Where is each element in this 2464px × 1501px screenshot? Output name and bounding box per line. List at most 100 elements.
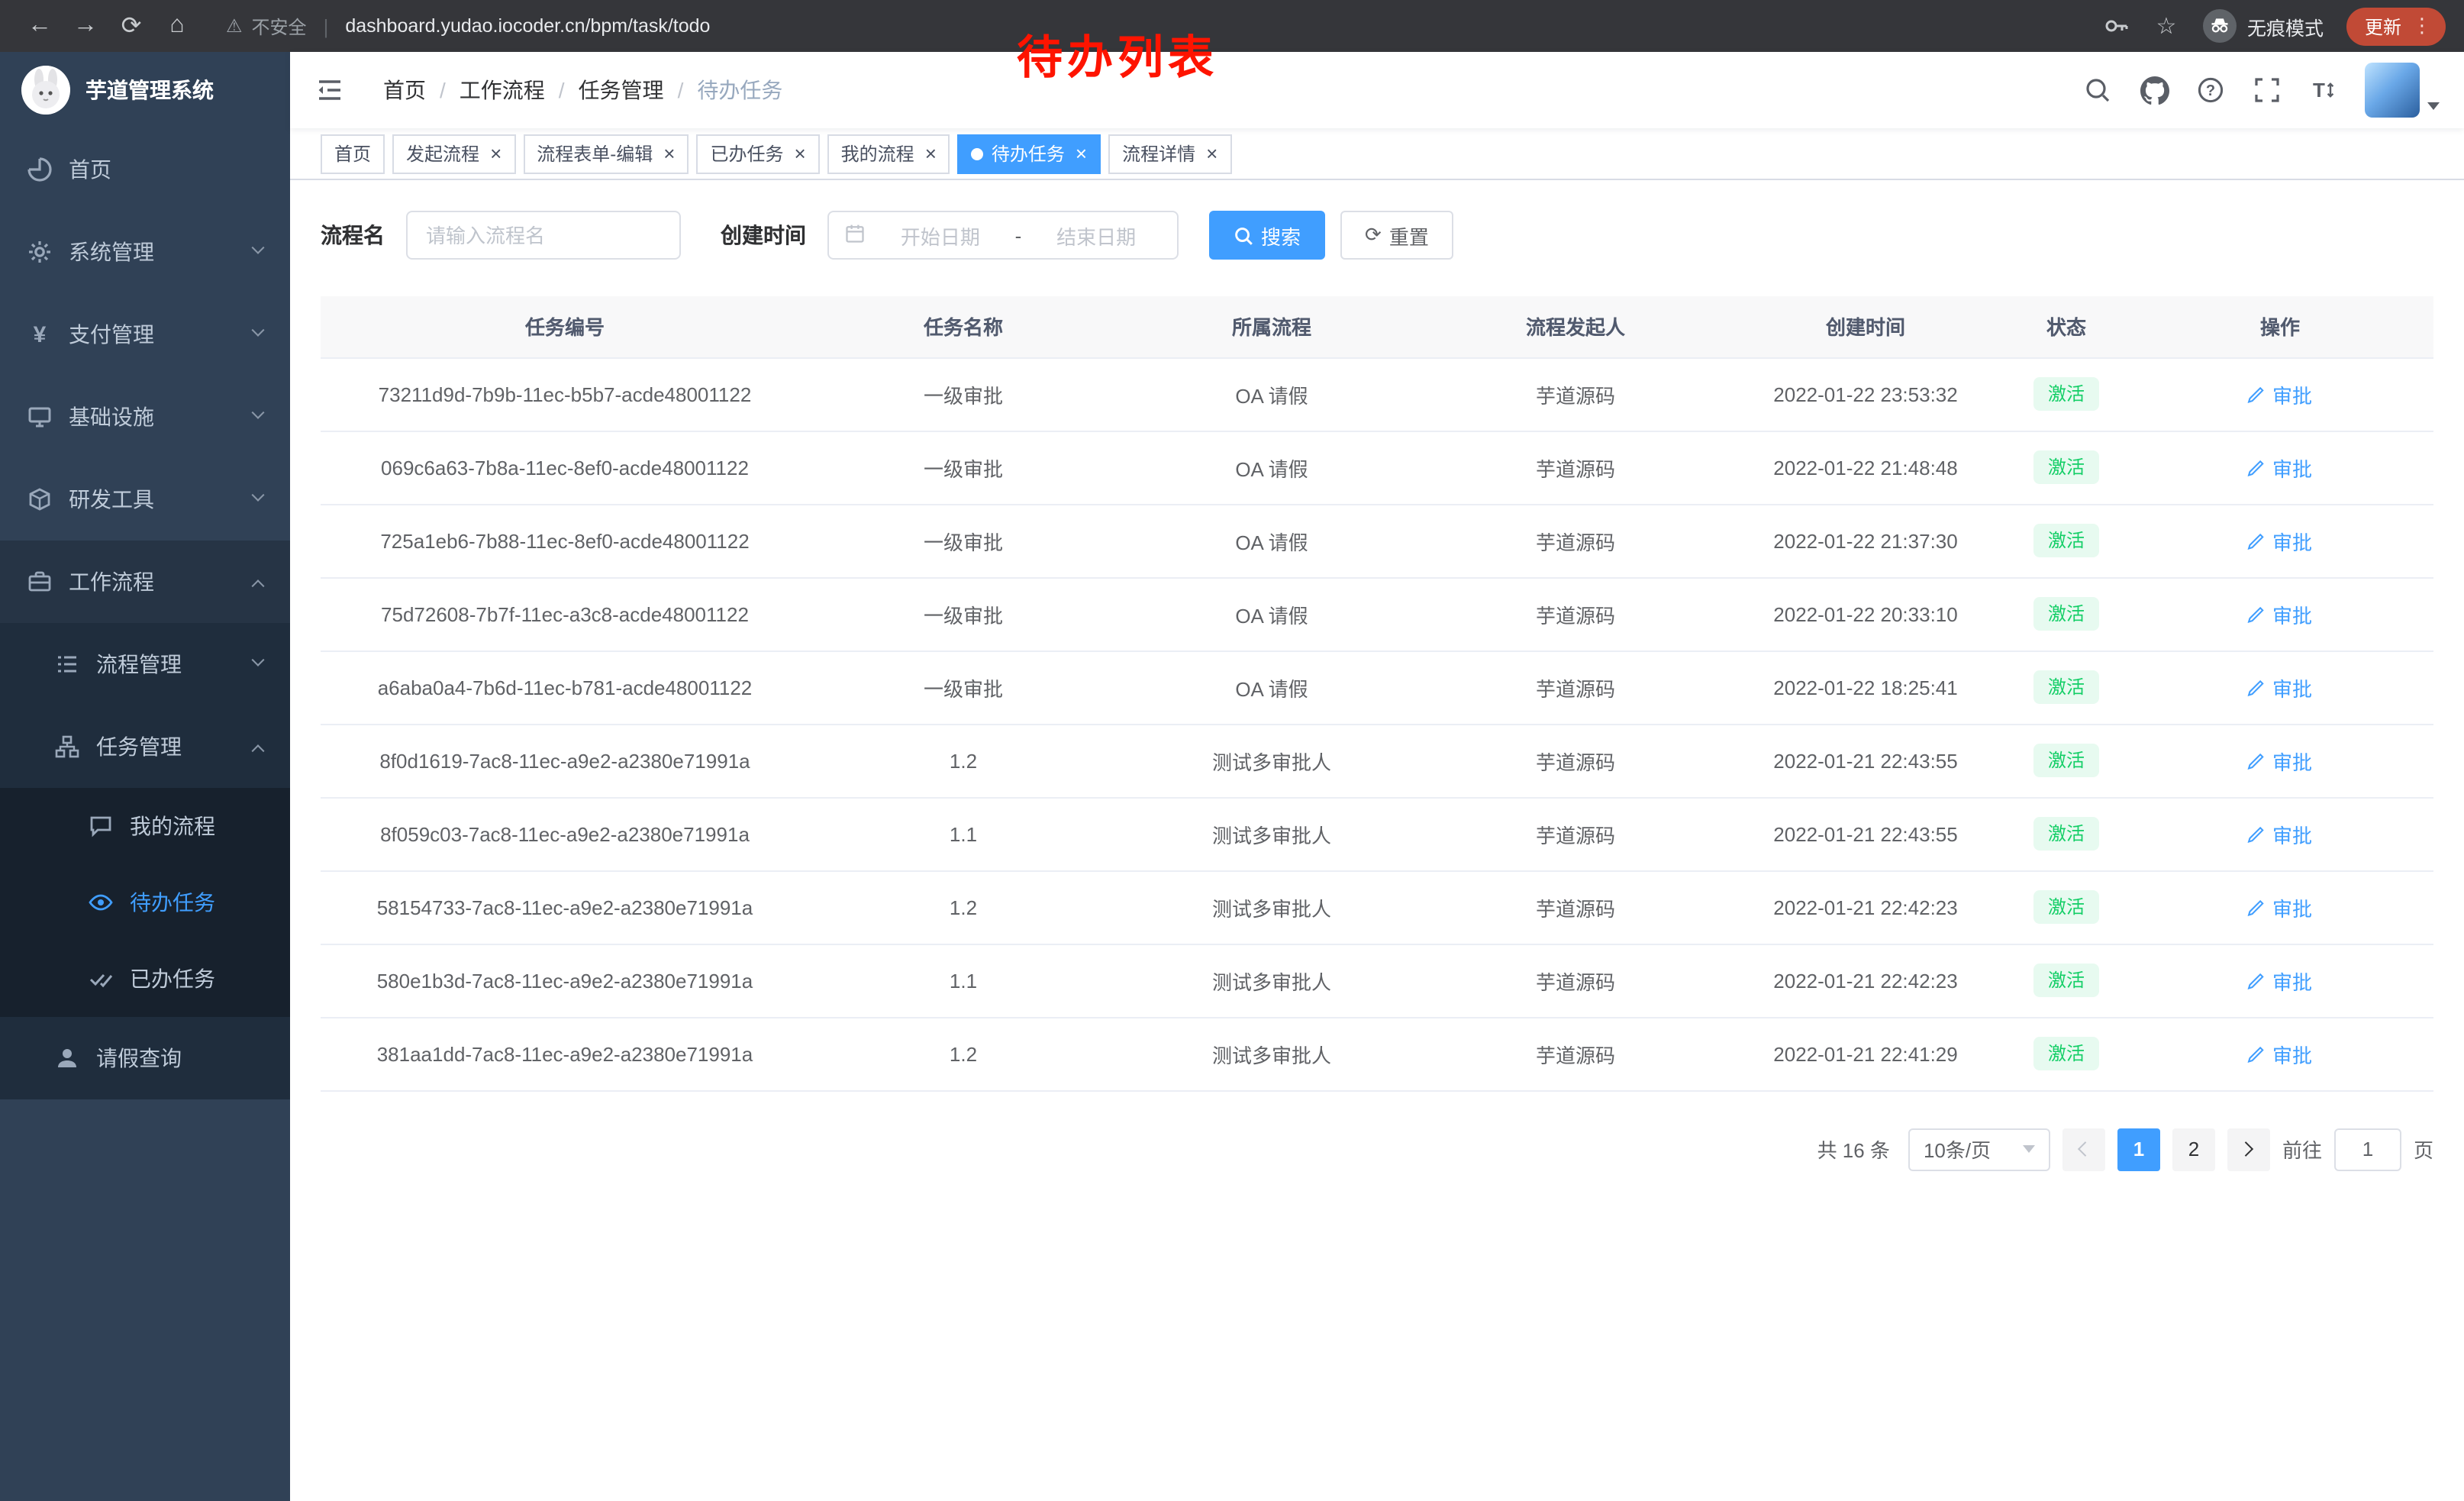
- approve-link[interactable]: 审批: [2248, 819, 2312, 848]
- task-name: 一级审批: [809, 431, 1118, 504]
- github-icon[interactable]: [2139, 75, 2169, 105]
- close-icon[interactable]: ×: [1076, 144, 1087, 163]
- status-badge: 激活: [2034, 524, 2098, 558]
- tab-process-form-edit[interactable]: 流程表单-编辑 ×: [523, 134, 689, 173]
- approve-link[interactable]: 审批: [2248, 893, 2312, 922]
- date-range-picker[interactable]: 开始日期 - 结束日期: [827, 211, 1179, 260]
- task-id: 75d72608-7b7f-11ec-a3c8-acde48001122: [321, 577, 809, 650]
- next-page-button[interactable]: [2227, 1128, 2270, 1170]
- page-size-value: 10条/页: [1924, 1135, 1991, 1164]
- search-button[interactable]: 搜索: [1209, 211, 1325, 260]
- sidebar-item-infrastructure[interactable]: 基础设施: [0, 376, 290, 458]
- page-button-2[interactable]: 2: [2172, 1128, 2215, 1170]
- sidebar-item-task-manage[interactable]: 任务管理: [0, 705, 290, 788]
- close-icon[interactable]: ×: [794, 144, 805, 163]
- goto-page-input[interactable]: [2334, 1128, 2401, 1170]
- date-range-separator: -: [1015, 224, 1022, 247]
- col-header-process: 所属流程: [1118, 296, 1426, 357]
- process-name-input[interactable]: [406, 211, 681, 260]
- sidebar-item-leave-query[interactable]: 请假查询: [0, 1017, 290, 1099]
- sidebar-logo[interactable]: 芋道管理系统: [0, 52, 290, 128]
- key-icon[interactable]: [2102, 12, 2130, 40]
- tab-home[interactable]: 首页: [321, 134, 385, 173]
- close-icon[interactable]: ×: [663, 144, 675, 163]
- approve-link[interactable]: 审批: [2248, 453, 2312, 482]
- approve-link[interactable]: 审批: [2248, 673, 2312, 702]
- tab-my-process[interactable]: 我的流程 ×: [827, 134, 950, 173]
- close-icon[interactable]: ×: [1206, 144, 1217, 163]
- task-starter: 芋道源码: [1426, 1017, 1725, 1090]
- approve-link[interactable]: 审批: [2248, 1039, 2312, 1068]
- sidebar-item-label: 支付管理: [69, 319, 154, 350]
- reset-button[interactable]: ⟳ 重置: [1340, 211, 1453, 260]
- task-id: 8f0d1619-7ac8-11ec-a9e2-a2380e71991a: [321, 724, 809, 797]
- svg-text:T: T: [2313, 79, 2325, 102]
- sidebar-item-label: 请假查询: [96, 1043, 182, 1073]
- back-icon[interactable]: ←: [18, 5, 61, 47]
- security-indicator[interactable]: ⚠ 不安全: [226, 13, 307, 39]
- tab-label: 待办任务: [992, 140, 1065, 166]
- font-size-icon[interactable]: T: [2308, 75, 2339, 105]
- approve-label: 审批: [2272, 746, 2312, 775]
- approve-link[interactable]: 审批: [2248, 966, 2312, 995]
- task-starter: 芋道源码: [1426, 797, 1725, 870]
- main-panel: 首页 / 工作流程 / 任务管理 / 待办任务 ? T: [290, 52, 2464, 1501]
- approve-link[interactable]: 审批: [2248, 526, 2312, 555]
- sidebar-item-system[interactable]: 系统管理: [0, 211, 290, 293]
- tab-todo-tasks-active[interactable]: 待办任务 ×: [958, 134, 1101, 173]
- browser-update-button[interactable]: 更新 ⋮: [2346, 7, 2446, 45]
- home-icon[interactable]: ⌂: [156, 5, 198, 47]
- edit-icon: [2248, 385, 2266, 403]
- page-button-1[interactable]: 1: [2117, 1128, 2160, 1170]
- task-starter: 芋道源码: [1426, 577, 1725, 650]
- goto-label: 前往: [2282, 1135, 2322, 1164]
- page-size-select[interactable]: 10条/页: [1908, 1128, 2050, 1170]
- address-bar[interactable]: dashboard.yudao.iocoder.cn/bpm/task/todo: [345, 15, 710, 37]
- approve-label: 审批: [2272, 599, 2312, 628]
- sidebar-item-label: 我的流程: [130, 811, 215, 841]
- reload-icon[interactable]: ⟳: [110, 5, 153, 47]
- tab-start-process[interactable]: 发起流程 ×: [392, 134, 515, 173]
- task-id: 580e1b3d-7ac8-11ec-a9e2-a2380e71991a: [321, 944, 809, 1017]
- task-starter: 芋道源码: [1426, 650, 1725, 724]
- close-icon[interactable]: ×: [490, 144, 502, 163]
- sidebar-item-todo-tasks[interactable]: 待办任务: [0, 864, 290, 941]
- task-time: 2022-01-22 18:25:41: [1725, 650, 2006, 724]
- tab-process-detail[interactable]: 流程详情 ×: [1108, 134, 1231, 173]
- close-icon[interactable]: ×: [925, 144, 937, 163]
- user-menu[interactable]: [2365, 63, 2440, 118]
- fullscreen-icon[interactable]: [2252, 75, 2282, 105]
- forward-icon[interactable]: →: [64, 5, 107, 47]
- task-time: 2022-01-21 22:41:29: [1725, 1017, 2006, 1090]
- breadcrumb-item[interactable]: 首页: [383, 75, 426, 105]
- task-name: 1.1: [809, 944, 1118, 1017]
- chat-icon: [89, 814, 113, 838]
- bookmark-star-icon[interactable]: ☆: [2153, 12, 2180, 40]
- browser-menu-icon[interactable]: ⋮: [2412, 14, 2432, 38]
- sidebar-item-payment[interactable]: ¥ 支付管理: [0, 293, 290, 376]
- sidebar-collapse-icon[interactable]: [313, 73, 347, 107]
- sidebar-item-my-process[interactable]: 我的流程: [0, 788, 290, 864]
- sidebar-item-done-tasks[interactable]: 已办任务: [0, 941, 290, 1017]
- approve-link[interactable]: 审批: [2248, 599, 2312, 628]
- gear-icon: [27, 240, 52, 264]
- breadcrumb-item[interactable]: 工作流程: [460, 75, 545, 105]
- tab-done-tasks[interactable]: 已办任务 ×: [696, 134, 819, 173]
- sidebar-item-label: 已办任务: [130, 964, 215, 994]
- help-icon[interactable]: ?: [2195, 75, 2226, 105]
- start-date-placeholder[interactable]: 开始日期: [875, 221, 1006, 250]
- search-icon[interactable]: [2082, 75, 2113, 105]
- approve-link[interactable]: 审批: [2248, 379, 2312, 408]
- task-id: 8f059c03-7ac8-11ec-a9e2-a2380e71991a: [321, 797, 809, 870]
- prev-page-button[interactable]: [2062, 1128, 2105, 1170]
- app-title: 芋道管理系统: [85, 75, 214, 105]
- avatar[interactable]: [2365, 63, 2420, 118]
- sidebar-item-dev-tools[interactable]: 研发工具: [0, 458, 290, 541]
- sidebar-item-home[interactable]: 首页: [0, 128, 290, 211]
- sidebar-item-process-manage[interactable]: 流程管理: [0, 623, 290, 705]
- breadcrumb-item[interactable]: 任务管理: [579, 75, 664, 105]
- end-date-placeholder[interactable]: 结束日期: [1030, 221, 1162, 250]
- sidebar-item-workflow[interactable]: 工作流程: [0, 541, 290, 623]
- approve-link[interactable]: 审批: [2248, 746, 2312, 775]
- col-header-task-id: 任务编号: [321, 296, 809, 357]
